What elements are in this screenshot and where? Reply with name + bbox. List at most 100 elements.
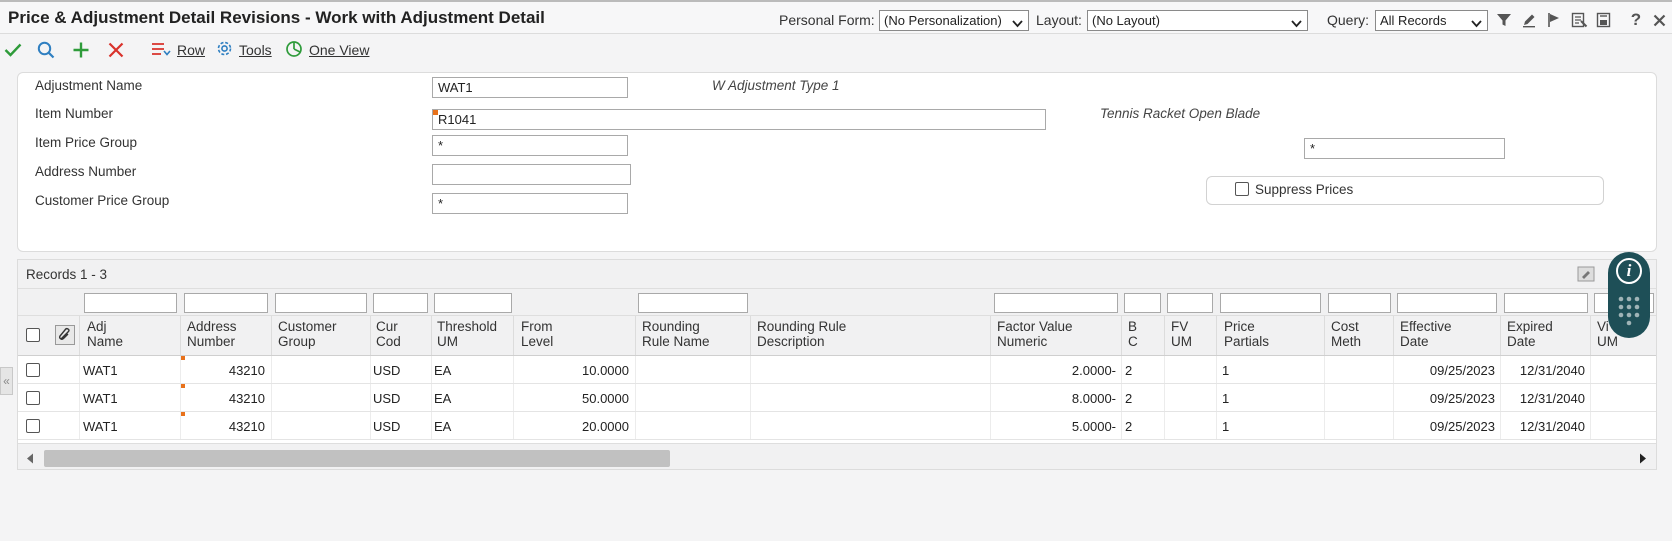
filter-cost-meth[interactable] bbox=[1328, 293, 1391, 313]
cell-effective-date: 09/25/2023 bbox=[1429, 419, 1495, 434]
right-asterisk-field[interactable]: * bbox=[1304, 138, 1505, 159]
row-separator bbox=[750, 356, 751, 383]
address-number-field[interactable] bbox=[432, 164, 631, 185]
filter-threshold-um[interactable] bbox=[434, 293, 512, 313]
column-separator bbox=[1324, 316, 1325, 355]
query-select[interactable]: All Records bbox=[1375, 10, 1488, 31]
required-marker bbox=[181, 412, 185, 416]
col-adj-name[interactable]: Adj Name bbox=[87, 319, 123, 349]
filter-adj-name[interactable] bbox=[84, 293, 177, 313]
table-row[interactable]: WAT1 43210 USD EA 20.0000 5.0000- 2 1 09… bbox=[18, 412, 1656, 440]
delete-icon[interactable] bbox=[105, 39, 127, 61]
cell-from-level: 20.0000 bbox=[582, 419, 629, 434]
cell-price-partials: 1 bbox=[1222, 419, 1230, 434]
info-icon[interactable]: i bbox=[1616, 258, 1642, 284]
filter-fv-um[interactable] bbox=[1167, 293, 1213, 313]
flag-icon[interactable] bbox=[1543, 9, 1565, 31]
search-icon[interactable] bbox=[35, 39, 57, 61]
col-factor-value-numeric[interactable]: Factor Value Numeric bbox=[997, 319, 1073, 349]
horizontal-scrollbar[interactable] bbox=[18, 443, 1656, 469]
row-separator bbox=[79, 412, 80, 439]
column-separator bbox=[271, 316, 272, 355]
filter-factor-value[interactable] bbox=[994, 293, 1118, 313]
keypad-icon[interactable] bbox=[1618, 296, 1640, 326]
filter-address-number[interactable] bbox=[184, 293, 268, 313]
personal-form-select[interactable]: (No Personalization) bbox=[879, 10, 1029, 31]
cell-threshold-um: EA bbox=[434, 419, 452, 434]
cell-cur-cod: USD bbox=[373, 419, 401, 434]
col-rounding-rule-name[interactable]: Rounding Rule Name bbox=[642, 319, 710, 349]
filter-price-partials[interactable] bbox=[1220, 293, 1321, 313]
attachment-icon[interactable] bbox=[55, 325, 75, 345]
cell-factor-value: 5.0000- bbox=[1071, 419, 1116, 434]
report-icon[interactable] bbox=[1568, 9, 1590, 31]
row-separator bbox=[635, 384, 636, 411]
cell-expired-date: 12/31/2040 bbox=[1519, 419, 1585, 434]
cell-bc: 2 bbox=[1125, 391, 1133, 406]
col-effective-date[interactable]: Effective Date bbox=[1400, 319, 1452, 349]
item-price-group-field[interactable]: * bbox=[432, 135, 628, 156]
col-cost-meth[interactable]: Cost Meth bbox=[1331, 319, 1361, 349]
scrollbar-thumb[interactable] bbox=[44, 450, 670, 467]
filter-expired-date[interactable] bbox=[1504, 293, 1588, 313]
check-icon[interactable] bbox=[2, 39, 24, 61]
right-asterisk-value: * bbox=[1310, 141, 1316, 156]
row-checkbox[interactable] bbox=[26, 363, 40, 377]
scroll-right-icon[interactable] bbox=[1639, 452, 1647, 467]
table-row[interactable]: WAT1 43210 USD EA 50.0000 8.0000- 2 1 09… bbox=[18, 384, 1656, 412]
cell-adj-name: WAT1 bbox=[83, 363, 118, 378]
cell-threshold-um: EA bbox=[434, 363, 452, 378]
row-checkbox[interactable] bbox=[26, 419, 40, 433]
title-bar: Price & Adjustment Detail Revisions - Wo… bbox=[0, 0, 1672, 34]
col-from-level[interactable]: From Level bbox=[521, 319, 553, 349]
edit-pencil-icon[interactable] bbox=[1518, 9, 1540, 31]
cell-bc: 2 bbox=[1125, 363, 1133, 378]
row-checkbox[interactable] bbox=[26, 391, 40, 405]
customer-price-group-field[interactable]: * bbox=[432, 193, 628, 214]
scroll-left-icon[interactable] bbox=[26, 452, 34, 467]
one-view-menu[interactable]: One View bbox=[285, 39, 369, 61]
row-separator bbox=[370, 384, 371, 411]
filter-effective-date[interactable] bbox=[1397, 293, 1497, 313]
col-cur-cod[interactable]: Cur Cod bbox=[376, 319, 401, 349]
select-all-checkbox[interactable] bbox=[26, 328, 40, 342]
row-menu[interactable]: Row bbox=[151, 39, 205, 61]
one-view-menu-label: One View bbox=[309, 42, 370, 58]
row-separator bbox=[1393, 412, 1394, 439]
col-customer-group[interactable]: Customer Group bbox=[278, 319, 337, 349]
col-address-number[interactable]: Address Number bbox=[187, 319, 237, 349]
grid-edit-icon[interactable] bbox=[1577, 266, 1595, 282]
add-icon[interactable] bbox=[70, 39, 92, 61]
row-separator bbox=[1500, 384, 1501, 411]
column-separator bbox=[1164, 316, 1165, 355]
adjustment-name-field[interactable]: WAT1 bbox=[432, 77, 628, 98]
layout-select[interactable]: (No Layout) bbox=[1087, 10, 1308, 31]
col-rounding-rule-description[interactable]: Rounding Rule Description bbox=[757, 319, 846, 349]
chevron-down-icon bbox=[1471, 16, 1482, 30]
filter-bc[interactable] bbox=[1124, 293, 1161, 313]
close-icon[interactable] bbox=[1648, 9, 1670, 31]
item-number-field[interactable]: R1041 bbox=[432, 109, 1046, 130]
col-expired-date[interactable]: Expired Date bbox=[1507, 319, 1553, 349]
info-widget[interactable]: i bbox=[1608, 252, 1650, 338]
row-separator bbox=[1216, 356, 1217, 383]
row-separator bbox=[1164, 412, 1165, 439]
filter-customer-group[interactable] bbox=[275, 293, 367, 313]
personal-form-label: Personal Form: bbox=[779, 12, 875, 28]
help-icon[interactable]: ? bbox=[1625, 9, 1647, 31]
tools-menu[interactable]: Tools bbox=[216, 39, 272, 61]
col-bc[interactable]: B C bbox=[1128, 319, 1138, 349]
col-price-partials[interactable]: Price Partials bbox=[1224, 319, 1269, 349]
col-fv-um[interactable]: FV UM bbox=[1171, 319, 1192, 349]
row-separator bbox=[1121, 412, 1122, 439]
col-threshold-um[interactable]: Threshold UM bbox=[437, 319, 497, 349]
filter-cur-cod[interactable] bbox=[373, 293, 428, 313]
table-row[interactable]: WAT1 43210 USD EA 10.0000 2.0000- 2 1 09… bbox=[18, 356, 1656, 384]
filter-icon[interactable] bbox=[1493, 9, 1515, 31]
cell-price-partials: 1 bbox=[1222, 391, 1230, 406]
export-icon[interactable] bbox=[1593, 9, 1615, 31]
side-panel-toggle[interactable]: « bbox=[0, 367, 13, 395]
filter-rounding-rule-name[interactable] bbox=[638, 293, 748, 313]
layout-value: (No Layout) bbox=[1092, 13, 1160, 28]
suppress-prices-checkbox[interactable] bbox=[1235, 182, 1249, 196]
